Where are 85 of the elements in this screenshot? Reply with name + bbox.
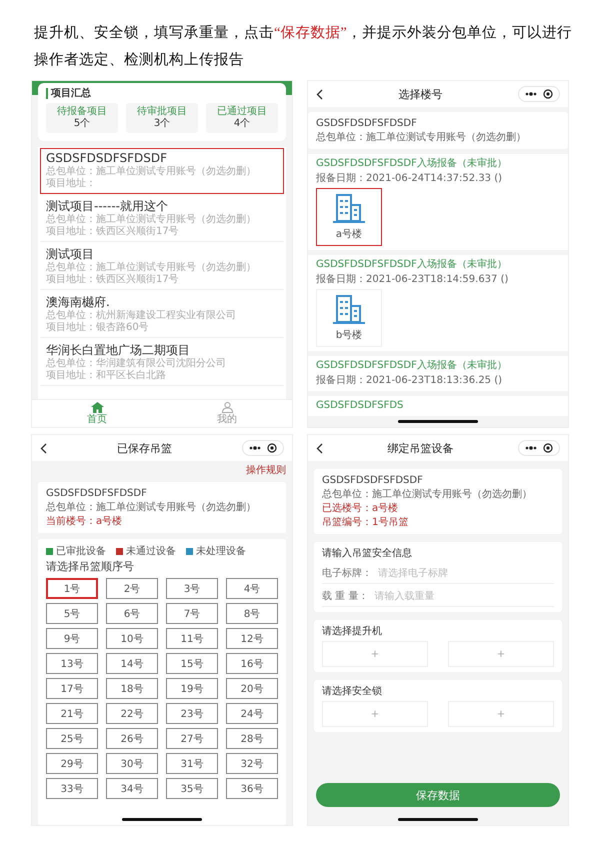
capsule-button[interactable] [518,440,560,456]
basket-slot[interactable]: 8号 [226,603,278,624]
basket-slot[interactable]: 15号 [166,653,218,674]
project-card: GSDSFDSDFSFDSDF 总包单位：施工单位测试专用账号（勿选勿删） [308,112,568,149]
basket-slot[interactable]: 5号 [46,603,98,624]
basket-slot[interactable]: 16号 [226,653,278,674]
page-title: 已保存吊篮 [117,440,172,456]
report-card: GSDSFDSDFSFDSDF入场报备（未审批） 报备日期：2021-06-23T18:13:36.25 () [308,356,568,391]
building-icon [332,193,366,223]
basket-slot[interactable]: 17号 [46,678,98,699]
field-label: 载 重 量： [322,590,368,603]
legend-item: 未通过设备 [116,544,176,558]
back-icon[interactable] [316,442,323,454]
stat-tile[interactable]: 待报备项目 5个 [46,103,118,133]
slot-prompt: 请选择吊篮顺序号 [46,560,135,573]
basket-slot[interactable]: 12号 [226,628,278,649]
basket-slot[interactable]: 14号 [106,653,158,674]
project-item[interactable]: 测试项目 总包单位：施工单位测试专用账号（勿选勿删） 项目地址：铁西区兴顺街17号 [40,244,284,290]
section-title: 请输入吊篮安全信息 [322,547,413,561]
back-icon[interactable] [40,442,47,454]
basket-slot[interactable]: 19号 [166,678,218,699]
basket-slot[interactable]: 2号 [106,578,158,599]
basket-slot[interactable]: 32号 [226,753,278,774]
home-icon [90,402,104,413]
report-card: GSDSFDSDFSFDSDF入场报备（未审批） 报备日期：2021-06-24T14:37:52.33 () a号楼 [308,154,568,250]
project-card: GSDSFDSDFSFDSDF 总包单位：施工单位测试专用账号（勿选勿删） 当前楼号：a号楼 [38,482,286,533]
basket-slot[interactable]: 26号 [106,728,158,749]
basket-slot[interactable]: 7号 [166,603,218,624]
basket-slot[interactable]: 28号 [226,728,278,749]
basket-slot[interactable]: 24号 [226,703,278,724]
project-item[interactable]: 澳海南樾府. 总包单位：杭州新海建设工程实业有限公司 项目地址：银杏路60号 [40,292,284,338]
stat-tile[interactable]: 待审批项目 3个 [126,103,198,133]
more-icon[interactable] [525,446,537,450]
more-icon[interactable] [525,92,537,96]
basket-slot[interactable]: 33号 [46,778,98,799]
basket-slot[interactable]: 20号 [226,678,278,699]
basket-slot[interactable]: 6号 [106,603,158,624]
basket-slot[interactable]: 29号 [46,753,98,774]
basket-slot[interactable]: 35号 [166,778,218,799]
report-card: GSDSFDSDFSFDS [308,396,568,416]
basket-slot[interactable]: 21号 [46,703,98,724]
project-item[interactable]: GSDSFDSDFSFDSDF 总包单位：施工单位测试专用账号（勿选勿删） 项目地址： [40,148,284,194]
project-item[interactable]: 华润长白置地广场二期项目 总包单位：华润建筑有限公司沈阳分公司 项目地址：和平区长白北路 [40,340,284,386]
basket-slot[interactable]: 22号 [106,703,158,724]
building-tile[interactable]: b号楼 [316,289,382,347]
section-title: 请选择提升机 [322,625,383,639]
page-title: 绑定吊篮设备 [388,440,454,456]
more-icon[interactable] [249,446,261,450]
basket-slot[interactable]: 18号 [106,678,158,699]
legend-item: 已审批设备 [46,544,106,558]
basket-slot[interactable]: 1号 [46,578,98,599]
basket-slot[interactable]: 25号 [46,728,98,749]
summary-title: 项目汇总 [46,88,91,99]
basket-slot[interactable]: 11号 [166,628,218,649]
back-icon[interactable] [316,88,323,100]
section-title: 请选择安全锁 [322,685,383,699]
input-field[interactable]: 请输入载重量 [374,590,554,602]
basket-slot[interactable]: 36号 [226,778,278,799]
save-button[interactable]: 保存数据 [316,783,560,807]
basket-slot[interactable]: 27号 [166,728,218,749]
basket-slot[interactable]: 4号 [226,578,278,599]
person-icon [220,402,234,413]
legend-item: 未处理设备 [186,544,246,558]
stat-tile[interactable]: 已通过项目 4个 [206,103,278,133]
building-tile[interactable]: a号楼 [316,188,382,246]
basket-slot[interactable]: 10号 [106,628,158,649]
basket-slot[interactable]: 13号 [46,653,98,674]
basket-slot[interactable]: 3号 [166,578,218,599]
basket-slot[interactable]: 30号 [106,753,158,774]
project-card: GSDSFDSDFSFDSDF 总包单位：施工单位测试专用账号（勿选勿删） 已选楼号：a号楼 吊篮编号：1号吊篮 [314,469,562,534]
building-icon [332,294,366,324]
basket-slot[interactable]: 23号 [166,703,218,724]
basket-slot[interactable]: 9号 [46,628,98,649]
rules-link[interactable]: 操作规则 [240,461,292,477]
capsule-button[interactable] [518,86,560,102]
capsule-button[interactable] [242,440,284,456]
page-title: 选择楼号 [398,86,442,102]
intro-paragraph: 提升机、安全锁，填写承重量，点击“保存数据”，并提示外装分包单位，可以进行操作者选定、检测机构上传报告 [34,24,573,70]
report-card: GSDSFDSDFSFDSDF入场报备（未审批） 报备日期：2021-06-23T18:14:59.637 () b号楼 [308,255,568,351]
project-item[interactable]: 测试项目------就用这个 总包单位：施工单位测试专用账号（勿选勿删） 项目地址：铁西区兴顺街17号 [40,196,284,242]
field-label: 电子标牌： [322,566,372,580]
tab[interactable]: 首页 [32,400,162,427]
basket-slot[interactable]: 34号 [106,778,158,799]
basket-slot[interactable]: 31号 [166,753,218,774]
input-field[interactable]: 请选择电子标牌 [378,568,554,578]
